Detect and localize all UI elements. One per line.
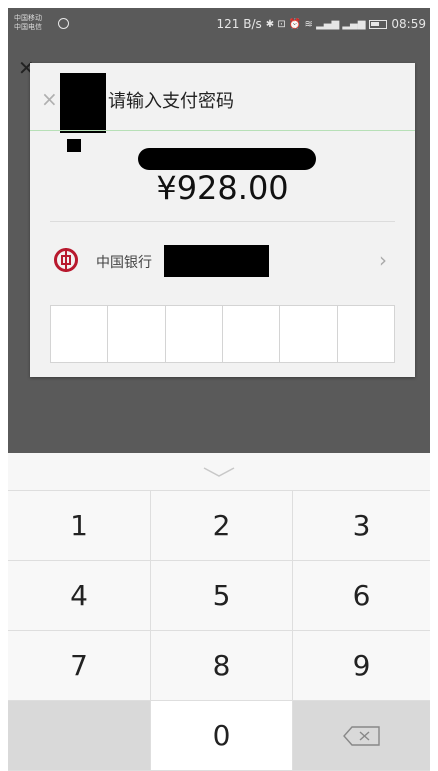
pin-cell <box>51 306 109 362</box>
redaction-block <box>60 73 106 133</box>
chevron-down-icon <box>203 466 235 477</box>
pin-cell <box>338 306 394 362</box>
redaction-block <box>67 139 81 152</box>
pin-cell <box>280 306 338 362</box>
status-icons: 121 B/s ✱ ⊡ ⏰ ≋ ▂▄▆ ▂▄▆ 08:59 <box>217 17 426 31</box>
chevron-right-icon: › <box>379 248 387 272</box>
pin-cell <box>108 306 166 362</box>
sync-icon <box>58 18 69 29</box>
phone-screen: 中国移动 中国电信 121 B/s ✱ ⊡ ⏰ ≋ ▂▄▆ ▂▄▆ 08:59 … <box>8 8 430 771</box>
redaction-block <box>164 245 269 277</box>
dialog-title: 请输入支付密码 <box>108 91 234 112</box>
payment-method-row[interactable]: 中国银行 › <box>30 235 415 285</box>
close-icon[interactable]: × <box>41 89 58 109</box>
payment-dialog: × 请输入支付密码 ¥928.00 中国银行 › <box>30 63 415 377</box>
backspace-icon <box>342 725 382 747</box>
key-blank <box>8 701 151 771</box>
key-7[interactable]: 7 <box>8 631 151 701</box>
title-divider <box>30 130 415 131</box>
redaction-block <box>138 148 316 170</box>
pin-cell <box>223 306 281 362</box>
key-4[interactable]: 4 <box>8 561 151 631</box>
payment-amount: ¥928.00 <box>156 169 289 207</box>
numeric-keypad: 1 2 3 4 5 6 7 8 9 0 <box>8 453 430 771</box>
carrier-1: 中国移动 <box>14 14 42 22</box>
battery-icon <box>369 19 388 29</box>
key-3[interactable]: 3 <box>293 491 430 561</box>
hide-keyboard-button[interactable] <box>8 453 430 491</box>
key-1[interactable]: 1 <box>8 491 151 561</box>
key-2[interactable]: 2 <box>151 491 293 561</box>
status-bar: 中国移动 中国电信 121 B/s ✱ ⊡ ⏰ ≋ ▂▄▆ ▂▄▆ 08:59 <box>8 8 430 42</box>
key-9[interactable]: 9 <box>293 631 430 701</box>
key-8[interactable]: 8 <box>151 631 293 701</box>
key-0[interactable]: 0 <box>151 701 293 771</box>
signal-icons: ✱ ⊡ ⏰ ≋ ▂▄▆ ▂▄▆ <box>265 18 366 30</box>
keypad-grid: 1 2 3 4 5 6 7 8 9 0 <box>8 491 430 771</box>
password-input[interactable] <box>50 305 395 363</box>
clock: 08:59 <box>391 17 426 31</box>
net-speed: 121 B/s <box>216 17 262 31</box>
carrier-labels: 中国移动 中国电信 <box>14 14 42 32</box>
bank-name: 中国银行 <box>96 255 152 271</box>
key-5[interactable]: 5 <box>151 561 293 631</box>
carrier-2: 中国电信 <box>14 23 42 31</box>
key-6[interactable]: 6 <box>293 561 430 631</box>
divider <box>50 221 395 222</box>
pin-cell <box>166 306 223 362</box>
bank-of-china-logo-icon <box>54 248 78 272</box>
delete-button[interactable] <box>293 701 430 771</box>
